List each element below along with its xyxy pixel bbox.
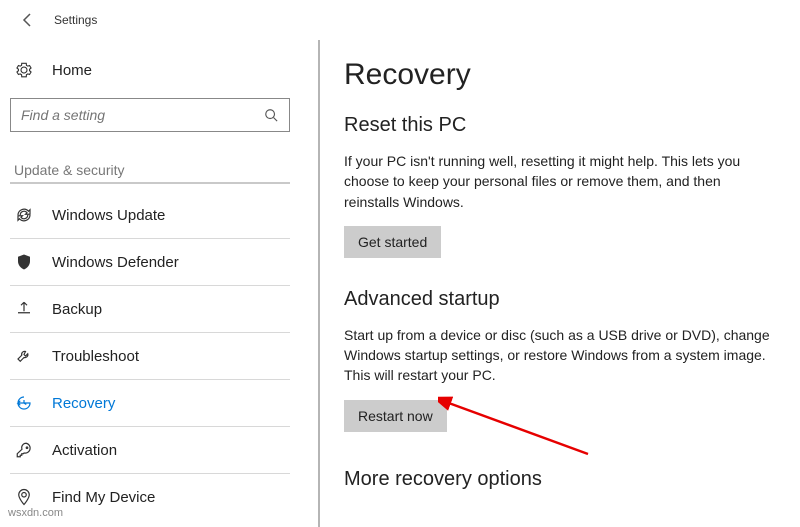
reset-heading: Reset this PC — [344, 114, 776, 137]
sidebar-item-windows-defender[interactable]: Windows Defender — [10, 239, 290, 285]
history-icon — [14, 393, 34, 413]
search-container[interactable] — [10, 98, 290, 132]
restart-now-button[interactable]: Restart now — [344, 400, 447, 432]
search-icon — [263, 107, 279, 123]
page-title: Recovery — [344, 58, 776, 92]
sidebar-item-troubleshoot[interactable]: Troubleshoot — [10, 333, 290, 379]
divider — [10, 182, 290, 184]
watermark: wsxdn.com — [8, 507, 63, 519]
nav-label: Recovery — [52, 395, 115, 412]
sidebar-item-windows-update[interactable]: Windows Update — [10, 192, 290, 238]
sync-icon — [14, 205, 34, 225]
nav-label: Backup — [52, 301, 102, 318]
reset-section: Reset this PC If your PC isn't running w… — [344, 114, 776, 258]
advanced-heading: Advanced startup — [344, 288, 776, 311]
content-pane: Recovery Reset this PC If your PC isn't … — [318, 40, 800, 527]
sidebar-item-backup[interactable]: Backup — [10, 286, 290, 332]
advanced-section: Advanced startup Start up from a device … — [344, 288, 776, 432]
section-heading: Update & security — [10, 162, 290, 178]
get-started-button[interactable]: Get started — [344, 226, 441, 258]
home-label: Home — [52, 62, 92, 79]
home-nav[interactable]: Home — [10, 50, 290, 90]
more-section: More recovery options — [344, 468, 776, 491]
nav-label: Windows Defender — [52, 254, 179, 271]
location-icon — [14, 487, 34, 507]
reset-body: If your PC isn't running well, resetting… — [344, 151, 774, 212]
advanced-body: Start up from a device or disc (such as … — [344, 325, 774, 386]
sidebar-item-activation[interactable]: Activation — [10, 427, 290, 473]
nav-list: Windows Update Windows Defender Backup T… — [10, 192, 290, 520]
gear-icon — [14, 60, 34, 80]
wrench-icon — [14, 346, 34, 366]
backup-icon — [14, 299, 34, 319]
nav-label: Activation — [52, 442, 117, 459]
sidebar-item-recovery[interactable]: Recovery — [10, 380, 290, 426]
window-title: Settings — [54, 13, 97, 27]
sidebar: Home Update & security Windows Update Wi… — [0, 40, 300, 527]
search-input[interactable] — [21, 107, 263, 123]
back-arrow-icon — [20, 12, 36, 28]
shield-icon — [14, 252, 34, 272]
nav-label: Troubleshoot — [52, 348, 139, 365]
nav-label: Find My Device — [52, 489, 155, 506]
more-heading: More recovery options — [344, 468, 776, 491]
nav-label: Windows Update — [52, 207, 165, 224]
key-icon — [14, 440, 34, 460]
back-button[interactable] — [14, 6, 42, 34]
